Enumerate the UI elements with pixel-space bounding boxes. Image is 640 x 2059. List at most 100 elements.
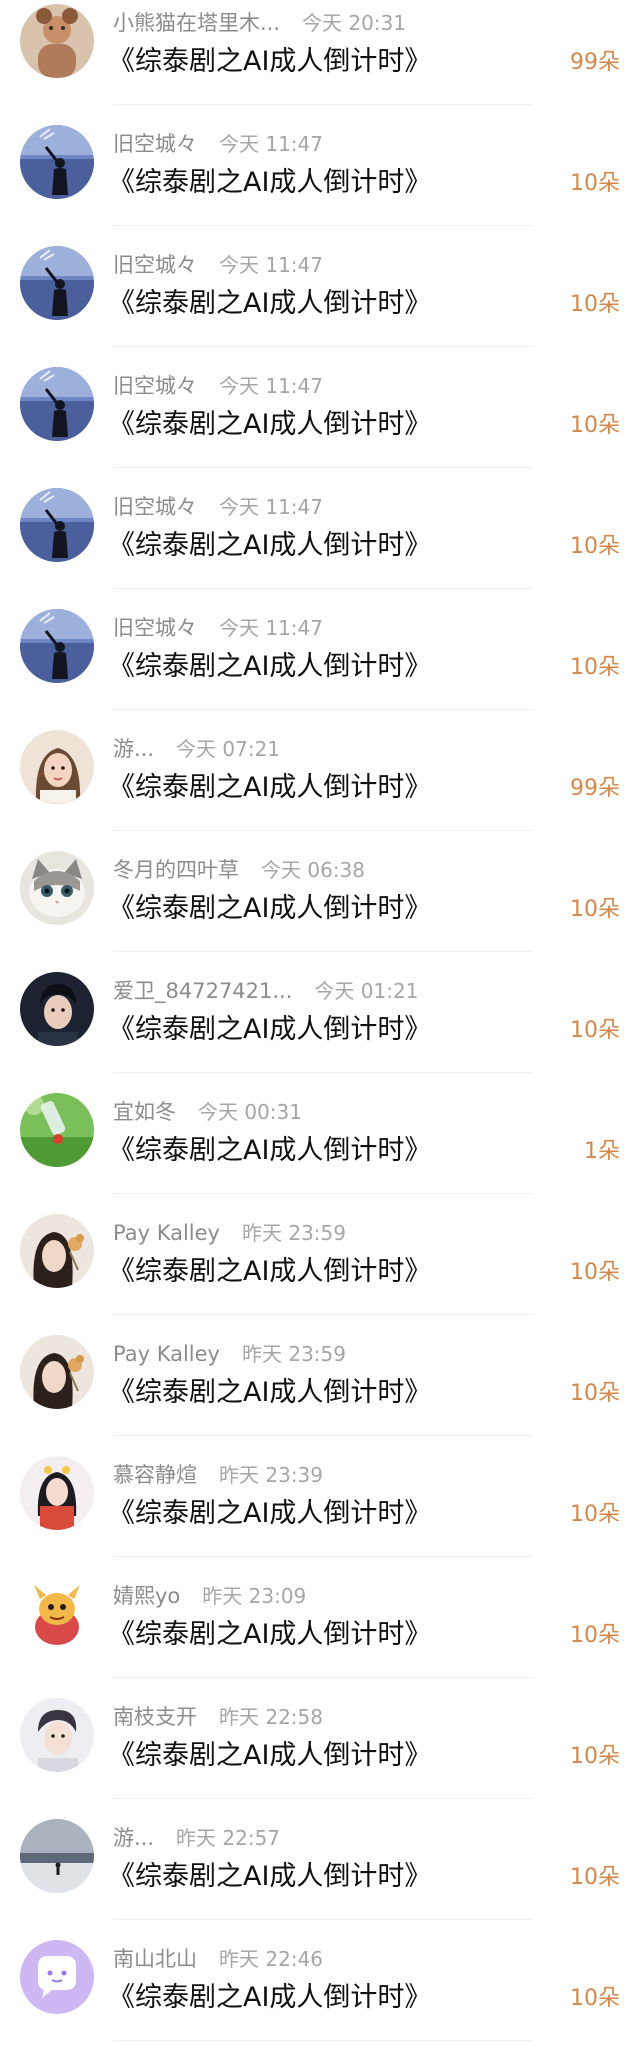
gift-record-row[interactable]: 小熊猫在塔里木... 今天 20:31 《综泰剧之AI成人倒计时》 99朵 [0,0,640,121]
gift-record-row[interactable]: 南山北山 昨天 22:46 《综泰剧之AI成人倒计时》 10朵 [0,1936,640,2057]
woman-flower-avatar[interactable] [20,1335,94,1409]
row-divider [113,225,532,226]
timestamp: 今天 11:47 [219,616,323,640]
book-title[interactable]: 《综泰剧之AI成人倒计时》 [108,286,431,322]
row-divider [113,467,532,468]
record-meta: 宜如冬 今天 00:31 [113,1099,302,1125]
gift-record-row[interactable]: 游... 今天 07:21 《综泰剧之AI成人倒计时》 99朵 [0,726,640,847]
row-divider [113,1919,532,1920]
book-title[interactable]: 《综泰剧之AI成人倒计时》 [108,44,431,80]
timestamp: 昨天 23:39 [219,1463,323,1487]
username[interactable]: Pay Kalley [113,1341,220,1367]
silhouette-lake-avatar[interactable] [20,246,94,320]
gift-record-row[interactable]: 婧熙yo 昨天 23:09 《综泰剧之AI成人倒计时》 10朵 [0,1573,640,1694]
gift-record-row[interactable]: 冬月的四叶草 今天 06:38 《综泰剧之AI成人倒计时》 10朵 [0,847,640,968]
username[interactable]: 旧空城々 [113,252,197,278]
username[interactable]: 旧空城々 [113,131,197,157]
username[interactable]: 游... [113,736,154,762]
man-dark-avatar[interactable] [20,972,94,1046]
username[interactable]: 慕容静煊 [113,1462,197,1488]
book-title[interactable]: 《综泰剧之AI成人倒计时》 [108,1980,431,2016]
book-title[interactable]: 《综泰剧之AI成人倒计时》 [108,528,431,564]
gift-record-row[interactable]: 旧空城々 今天 11:47 《综泰剧之AI成人倒计时》 10朵 [0,242,640,363]
book-title[interactable]: 《综泰剧之AI成人倒计时》 [108,1738,431,1774]
flower-count: 10朵 [570,413,620,438]
girl-costume-avatar[interactable] [20,1456,94,1530]
username[interactable]: 宜如冬 [113,1099,176,1125]
record-meta: 旧空城々 今天 11:47 [113,373,323,399]
record-meta: 旧空城々 今天 11:47 [113,615,323,641]
book-title[interactable]: 《综泰剧之AI成人倒计时》 [108,649,431,685]
book-title[interactable]: 《综泰剧之AI成人倒计时》 [108,770,431,806]
gift-record-row[interactable]: 宜如冬 今天 00:31 《综泰剧之AI成人倒计时》 1朵 [0,1089,640,1210]
gift-record-row[interactable]: 南枝支开 昨天 22:58 《综泰剧之AI成人倒计时》 10朵 [0,1694,640,1815]
username[interactable]: 南山北山 [113,1946,197,1972]
chat-bubble-avatar[interactable] [20,1940,94,2014]
record-meta: 慕容静煊 昨天 23:39 [113,1462,323,1488]
timestamp: 今天 00:31 [198,1100,302,1124]
flower-count: 10朵 [570,1623,620,1648]
book-title[interactable]: 《综泰剧之AI成人倒计时》 [108,1859,431,1895]
cat-avatar[interactable] [20,851,94,925]
username[interactable]: 南枝支开 [113,1704,197,1730]
timestamp: 今天 07:21 [176,737,281,761]
flower-count: 10朵 [570,534,620,559]
gift-record-row[interactable]: 游... 昨天 22:57 《综泰剧之AI成人倒计时》 10朵 [0,1815,640,1936]
book-title[interactable]: 《综泰剧之AI成人倒计时》 [108,1254,431,1290]
username[interactable]: 冬月的四叶草 [113,857,239,883]
username[interactable]: 游... [113,1825,154,1851]
man-light-avatar[interactable] [20,1698,94,1772]
cartoon-dragon-avatar[interactable] [20,1577,94,1651]
timestamp: 昨天 22:46 [219,1947,323,1971]
username[interactable]: 爱卫_84727421... [113,978,292,1004]
book-title[interactable]: 《综泰剧之AI成人倒计时》 [108,891,431,927]
row-divider [113,1193,532,1194]
book-title[interactable]: 《综泰剧之AI成人倒计时》 [108,1133,431,1169]
gift-record-row[interactable]: 慕容静煊 昨天 23:39 《综泰剧之AI成人倒计时》 10朵 [0,1452,640,1573]
timestamp: 昨天 23:59 [241,1342,346,1366]
record-meta: 冬月的四叶草 今天 06:38 [113,857,365,883]
username[interactable]: 旧空城々 [113,615,197,641]
gift-record-row[interactable]: 爱卫_84727421... 今天 01:21 《综泰剧之AI成人倒计时》 10朵 [0,968,640,1089]
girl-portrait-avatar[interactable] [20,730,94,804]
timestamp: 今天 11:47 [219,132,323,156]
book-title[interactable]: 《综泰剧之AI成人倒计时》 [108,407,431,443]
gift-record-row[interactable]: 旧空城々 今天 11:47 《综泰剧之AI成人倒计时》 10朵 [0,363,640,484]
gift-record-row[interactable]: 旧空城々 今天 11:47 《综泰剧之AI成人倒计时》 10朵 [0,605,640,726]
timestamp: 今天 01:21 [314,979,419,1003]
woman-flower-avatar[interactable] [20,1214,94,1288]
silhouette-lake-avatar[interactable] [20,125,94,199]
username[interactable]: Pay Kalley [113,1220,220,1246]
book-title[interactable]: 《综泰剧之AI成人倒计时》 [108,1617,431,1653]
username[interactable]: 旧空城々 [113,373,197,399]
gift-record-row[interactable]: 旧空城々 今天 11:47 《综泰剧之AI成人倒计时》 10朵 [0,484,640,605]
flower-count: 99朵 [570,776,620,801]
record-meta: Pay Kalley 昨天 23:59 [113,1341,346,1367]
flower-count: 10朵 [570,1986,620,2011]
username[interactable]: 小熊猫在塔里木... [113,10,280,36]
gift-record-row[interactable]: 旧空城々 今天 11:47 《综泰剧之AI成人倒计时》 10朵 [0,121,640,242]
beach-silhouette-avatar[interactable] [20,1819,94,1893]
timestamp: 昨天 23:59 [241,1221,346,1245]
row-divider [113,1556,532,1557]
book-title[interactable]: 《综泰剧之AI成人倒计时》 [108,165,431,201]
book-title[interactable]: 《综泰剧之AI成人倒计时》 [108,1012,431,1048]
bottle-grass-avatar[interactable] [20,1093,94,1167]
username[interactable]: 旧空城々 [113,494,197,520]
row-divider [113,951,532,952]
silhouette-lake-avatar[interactable] [20,367,94,441]
book-title[interactable]: 《综泰剧之AI成人倒计时》 [108,1375,431,1411]
row-divider [113,104,532,105]
gift-record-row[interactable]: Pay Kalley 昨天 23:59 《综泰剧之AI成人倒计时》 10朵 [0,1331,640,1452]
row-divider [113,1435,532,1436]
gift-record-row[interactable]: Pay Kalley 昨天 23:59 《综泰剧之AI成人倒计时》 10朵 [0,1210,640,1331]
timestamp: 今天 11:47 [219,253,323,277]
username[interactable]: 婧熙yo [113,1583,180,1609]
silhouette-lake-avatar[interactable] [20,609,94,683]
book-title[interactable]: 《综泰剧之AI成人倒计时》 [108,1496,431,1532]
child-photo-avatar[interactable] [20,4,94,78]
record-meta: 旧空城々 今天 11:47 [113,131,323,157]
record-meta: 旧空城々 今天 11:47 [113,494,323,520]
silhouette-lake-avatar[interactable] [20,488,94,562]
flower-count: 10朵 [570,1502,620,1527]
